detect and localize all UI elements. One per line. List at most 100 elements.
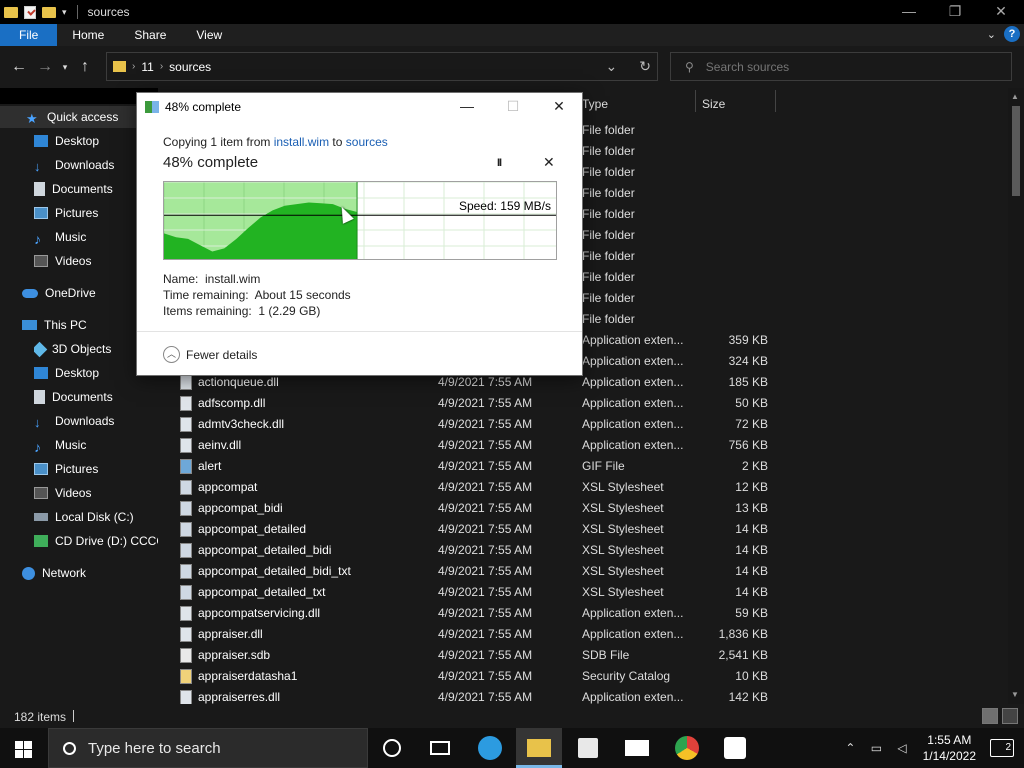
people-icon[interactable] <box>724 737 746 759</box>
clock[interactable]: 1:55 AM 1/14/2022 <box>923 732 976 764</box>
search-input[interactable] <box>705 59 986 74</box>
nav-item-desktop-pc[interactable]: Desktop <box>34 362 99 384</box>
nav-item-downloads[interactable]: ↓ Downloads <box>34 154 114 176</box>
expand-ribbon-icon[interactable]: ⌄ <box>987 28 996 41</box>
file-cat-icon <box>180 669 192 684</box>
file-row[interactable]: adfscomp.dll 4/9/2021 7:55 AM Application … <box>158 393 1008 414</box>
notification-icon[interactable]: 2 <box>990 739 1014 757</box>
nav-item-music[interactable]: ♪ Music <box>34 226 86 248</box>
dialog-title-bar[interactable]: 48% complete — ☐ ✕ <box>137 93 582 121</box>
search-box[interactable]: ⚲ <box>670 52 1012 81</box>
file-row[interactable]: appraiser.dll 4/9/2021 7:55 AM Application… <box>158 624 1008 645</box>
new-folder-icon[interactable] <box>42 6 56 18</box>
tab-file[interactable]: File <box>0 24 58 46</box>
forward-icon[interactable]: → <box>32 58 58 76</box>
file-row[interactable]: appcompat_detailed_bidi_txt 4/9/2021 7:55… <box>158 561 1008 582</box>
nav-item-cd-drive[interactable]: CD Drive (D:) CCCO <box>34 530 158 552</box>
file-row[interactable]: appraiser.sdb 4/9/2021 7:55 AM SDB File 2,5… <box>158 645 1008 666</box>
refresh-icon[interactable]: ↻ <box>639 58 651 75</box>
nav-item-documents[interactable]: Documents <box>34 178 113 200</box>
tab-home[interactable]: Home <box>57 24 119 46</box>
nav-item-quick-access[interactable]: ★ Quick access <box>0 106 158 128</box>
file-size: 10 KB <box>735 669 768 683</box>
nav-item-videos-pc[interactable]: Videos <box>34 482 91 504</box>
file-size: 12 KB <box>735 480 768 494</box>
details-view-icon[interactable] <box>982 708 998 724</box>
nav-item-pictures-pc[interactable]: Pictures <box>34 458 98 480</box>
system-tray: ⌃ ▭ ◁ 1:55 AM 1/14/2022 2 <box>845 728 1024 768</box>
column-header-size[interactable]: Size <box>702 92 725 116</box>
pause-button[interactable]: II <box>497 157 502 169</box>
nav-item-documents-pc[interactable]: Documents <box>34 386 113 408</box>
vertical-scrollbar[interactable]: ▲ ▼ <box>1008 88 1024 704</box>
file-row[interactable]: appcompat_detailed_txt 4/9/2021 7:55 AM XS… <box>158 582 1008 603</box>
chevron-right-icon[interactable]: › <box>160 61 163 72</box>
tray-icons[interactable]: ⌃ ▭ ◁ <box>845 741 912 755</box>
dialog-close-button[interactable]: ✕ <box>536 93 582 121</box>
back-icon[interactable]: ← <box>6 58 32 76</box>
nav-item-this-pc[interactable]: This PC <box>22 314 87 336</box>
cortana-icon[interactable] <box>383 739 401 757</box>
start-button[interactable] <box>0 728 48 768</box>
tab-share[interactable]: Share <box>119 24 181 46</box>
help-icon[interactable]: ? <box>1004 26 1020 42</box>
close-button[interactable]: ✕ <box>978 0 1024 24</box>
file-row[interactable]: appraiserdatasha1 4/9/2021 7:55 AM Securit… <box>158 666 1008 687</box>
recent-locations-icon[interactable]: ▾ <box>58 62 72 73</box>
source-link[interactable]: install.wim <box>274 135 329 149</box>
file-row[interactable]: appcompat_bidi 4/9/2021 7:55 AM XSL Styles… <box>158 498 1008 519</box>
nav-item-videos[interactable]: Videos <box>34 250 91 272</box>
scroll-down-icon[interactable]: ▼ <box>1011 690 1019 699</box>
file-dll-icon <box>180 627 192 642</box>
tab-view[interactable]: View <box>181 24 237 46</box>
properties-icon[interactable] <box>24 5 36 19</box>
scrollbar-thumb[interactable] <box>1012 106 1020 196</box>
file-row[interactable]: alert 4/9/2021 7:55 AM GIF File 2 KB <box>158 456 1008 477</box>
store-icon[interactable] <box>578 738 598 758</box>
customize-toolbar-icon[interactable]: ▾ <box>62 7 67 18</box>
file-row[interactable]: appcompatservicing.dll 4/9/2021 7:55 AM Ap… <box>158 603 1008 624</box>
file-date: 4/9/2021 7:55 AM <box>438 480 533 494</box>
file-row[interactable]: appcompat 4/9/2021 7:55 AM XSL Stylesheet 1… <box>158 477 1008 498</box>
minimize-button[interactable]: — <box>886 0 932 24</box>
chevron-right-icon[interactable]: › <box>132 61 135 72</box>
task-view-icon[interactable] <box>430 741 450 755</box>
taskbar-search-input[interactable] <box>88 739 348 757</box>
fewer-details-button[interactable]: ︿ Fewer details <box>163 346 257 363</box>
nav-item-3d-objects[interactable]: 3D Objects <box>34 338 111 360</box>
file-date: 4/9/2021 7:55 AM <box>438 417 533 431</box>
nav-item-local-disk[interactable]: Local Disk (C:) <box>34 506 134 528</box>
chevron-down-icon[interactable]: ⌄ <box>606 58 618 75</box>
file-row[interactable]: appcompat_detailed 4/9/2021 7:55 AM XSL St… <box>158 519 1008 540</box>
nav-item-pictures[interactable]: Pictures <box>34 202 98 224</box>
taskbar-search[interactable] <box>48 728 368 768</box>
title-bar: ▾ sources — ❐ ✕ <box>0 0 1024 24</box>
pictures-icon <box>34 207 48 219</box>
column-resize-handle[interactable] <box>775 90 776 112</box>
scroll-up-icon[interactable]: ▲ <box>1011 92 1019 101</box>
nav-item-onedrive[interactable]: OneDrive <box>22 282 96 304</box>
address-bar[interactable]: › 11 › sources ⌄ ↻ <box>106 52 658 81</box>
nav-item-network[interactable]: Network <box>22 562 86 584</box>
nav-item-desktop[interactable]: Desktop <box>34 130 99 152</box>
large-icons-view-icon[interactable] <box>1002 708 1018 724</box>
up-icon[interactable]: ↑ <box>72 58 98 76</box>
file-row[interactable]: appcompat_detailed_bidi 4/9/2021 7:55 AM X… <box>158 540 1008 561</box>
mail-icon[interactable] <box>625 740 649 756</box>
cancel-button[interactable]: ✕ <box>543 154 555 171</box>
chrome-icon[interactable] <box>675 736 699 760</box>
file-row[interactable]: admtv3check.dll 4/9/2021 7:55 AM Applicati… <box>158 414 1008 435</box>
edge-icon[interactable] <box>478 736 502 760</box>
file-row[interactable]: aeinv.dll 4/9/2021 7:55 AM Application ext… <box>158 435 1008 456</box>
destination-link[interactable]: sources <box>346 135 388 149</box>
nav-item-music-pc[interactable]: ♪ Music <box>34 434 86 456</box>
maximize-button[interactable]: ❐ <box>932 0 978 24</box>
dialog-minimize-button[interactable]: — <box>444 93 490 121</box>
file-explorer-icon[interactable] <box>527 739 551 757</box>
column-header-type[interactable]: Type <box>582 92 608 116</box>
breadcrumb-11[interactable]: 11 <box>141 60 153 74</box>
column-resize-handle[interactable] <box>695 90 696 112</box>
breadcrumb-sources[interactable]: sources <box>169 60 211 74</box>
nav-item-downloads-pc[interactable]: ↓ Downloads <box>34 410 114 432</box>
file-name: appcompat_detailed <box>198 522 307 536</box>
